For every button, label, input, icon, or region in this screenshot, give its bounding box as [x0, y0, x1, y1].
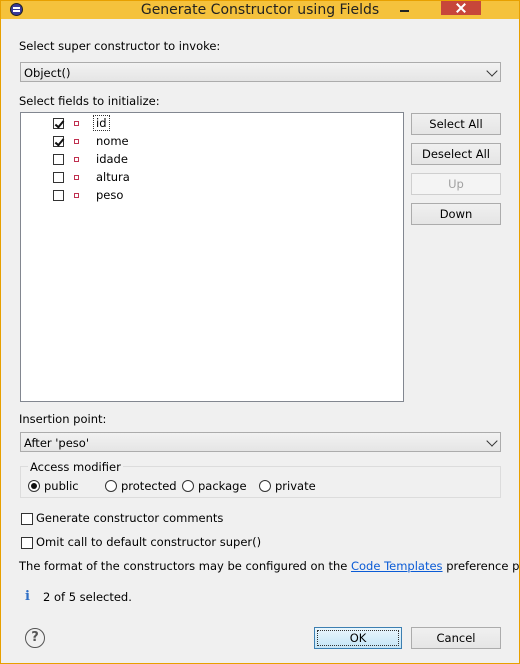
select-all-button[interactable]: Select All — [411, 113, 501, 135]
info-icon: i — [25, 589, 30, 604]
field-name: peso — [96, 188, 124, 202]
omit-super-label: Omit call to default constructor super() — [36, 535, 262, 549]
omit-super-checkbox[interactable] — [21, 537, 33, 549]
radio-package-label: package — [198, 479, 247, 493]
field-name: altura — [96, 170, 130, 184]
generate-comments-label: Generate constructor comments — [36, 511, 224, 525]
field-checkbox-peso[interactable] — [53, 190, 64, 201]
radio-protected-label: protected — [121, 479, 177, 493]
down-button[interactable]: Down — [411, 203, 501, 225]
field-row-id[interactable]: id — [21, 115, 221, 133]
field-row-peso[interactable]: peso — [21, 187, 221, 205]
focus-ring — [317, 630, 399, 646]
field-checkbox-altura[interactable] — [53, 172, 64, 183]
field-checkbox-nome[interactable] — [53, 136, 64, 147]
insertion-point-value: After 'peso' — [24, 436, 89, 450]
field-row-altura[interactable]: altura — [21, 169, 221, 187]
radio-protected[interactable] — [105, 480, 117, 492]
field-row-nome[interactable]: nome — [21, 133, 221, 151]
fields-list[interactable]: id nome idade altura peso — [20, 112, 404, 402]
close-button[interactable] — [441, 1, 481, 15]
help-icon[interactable]: ? — [25, 628, 45, 648]
super-constructor-select[interactable]: Object() — [20, 62, 501, 82]
title-bar: Generate Constructor using Fields — [1, 1, 519, 19]
format-note-text: The format of the constructors may be co… — [19, 559, 351, 573]
insertion-point-select[interactable]: After 'peso' — [20, 432, 501, 452]
up-button[interactable]: Up — [411, 173, 501, 195]
radio-package[interactable] — [182, 480, 194, 492]
radio-private-label: private — [275, 479, 316, 493]
selection-status: 2 of 5 selected. — [43, 590, 132, 604]
generate-comments-checkbox[interactable] — [21, 513, 33, 525]
insertion-point-label: Insertion point: — [19, 412, 107, 426]
field-checkbox-idade[interactable] — [53, 154, 64, 165]
field-icon — [74, 175, 79, 180]
field-checkbox-id[interactable] — [53, 118, 64, 129]
super-constructor-value: Object() — [24, 66, 71, 80]
access-modifier-title: Access modifier — [28, 460, 123, 474]
cancel-button[interactable]: Cancel — [411, 627, 501, 649]
field-name: id — [93, 115, 110, 131]
minimize-button[interactable] — [391, 1, 419, 15]
field-icon — [74, 193, 79, 198]
radio-private[interactable] — [259, 480, 271, 492]
fields-label: Select fields to initialize: — [19, 94, 160, 108]
code-templates-link[interactable]: Code Templates — [351, 559, 443, 573]
field-row-idade[interactable]: idade — [21, 151, 221, 169]
ok-button[interactable]: OK — [314, 627, 402, 649]
dialog-window: Generate Constructor using Fields Select… — [0, 0, 520, 664]
field-icon — [74, 121, 79, 126]
chevron-down-icon — [486, 65, 498, 77]
format-note-suffix: preference page. — [446, 559, 520, 573]
radio-public-label: public — [44, 479, 79, 493]
super-constructor-label: Select super constructor to invoke: — [19, 39, 221, 53]
radio-public[interactable] — [28, 480, 40, 492]
field-icon — [74, 157, 79, 162]
deselect-all-button[interactable]: Deselect All — [411, 143, 501, 165]
format-note: The format of the constructors may be co… — [19, 559, 520, 573]
field-icon — [74, 139, 79, 144]
field-name: idade — [96, 152, 128, 166]
field-name: nome — [96, 134, 129, 148]
chevron-down-icon — [486, 435, 498, 447]
